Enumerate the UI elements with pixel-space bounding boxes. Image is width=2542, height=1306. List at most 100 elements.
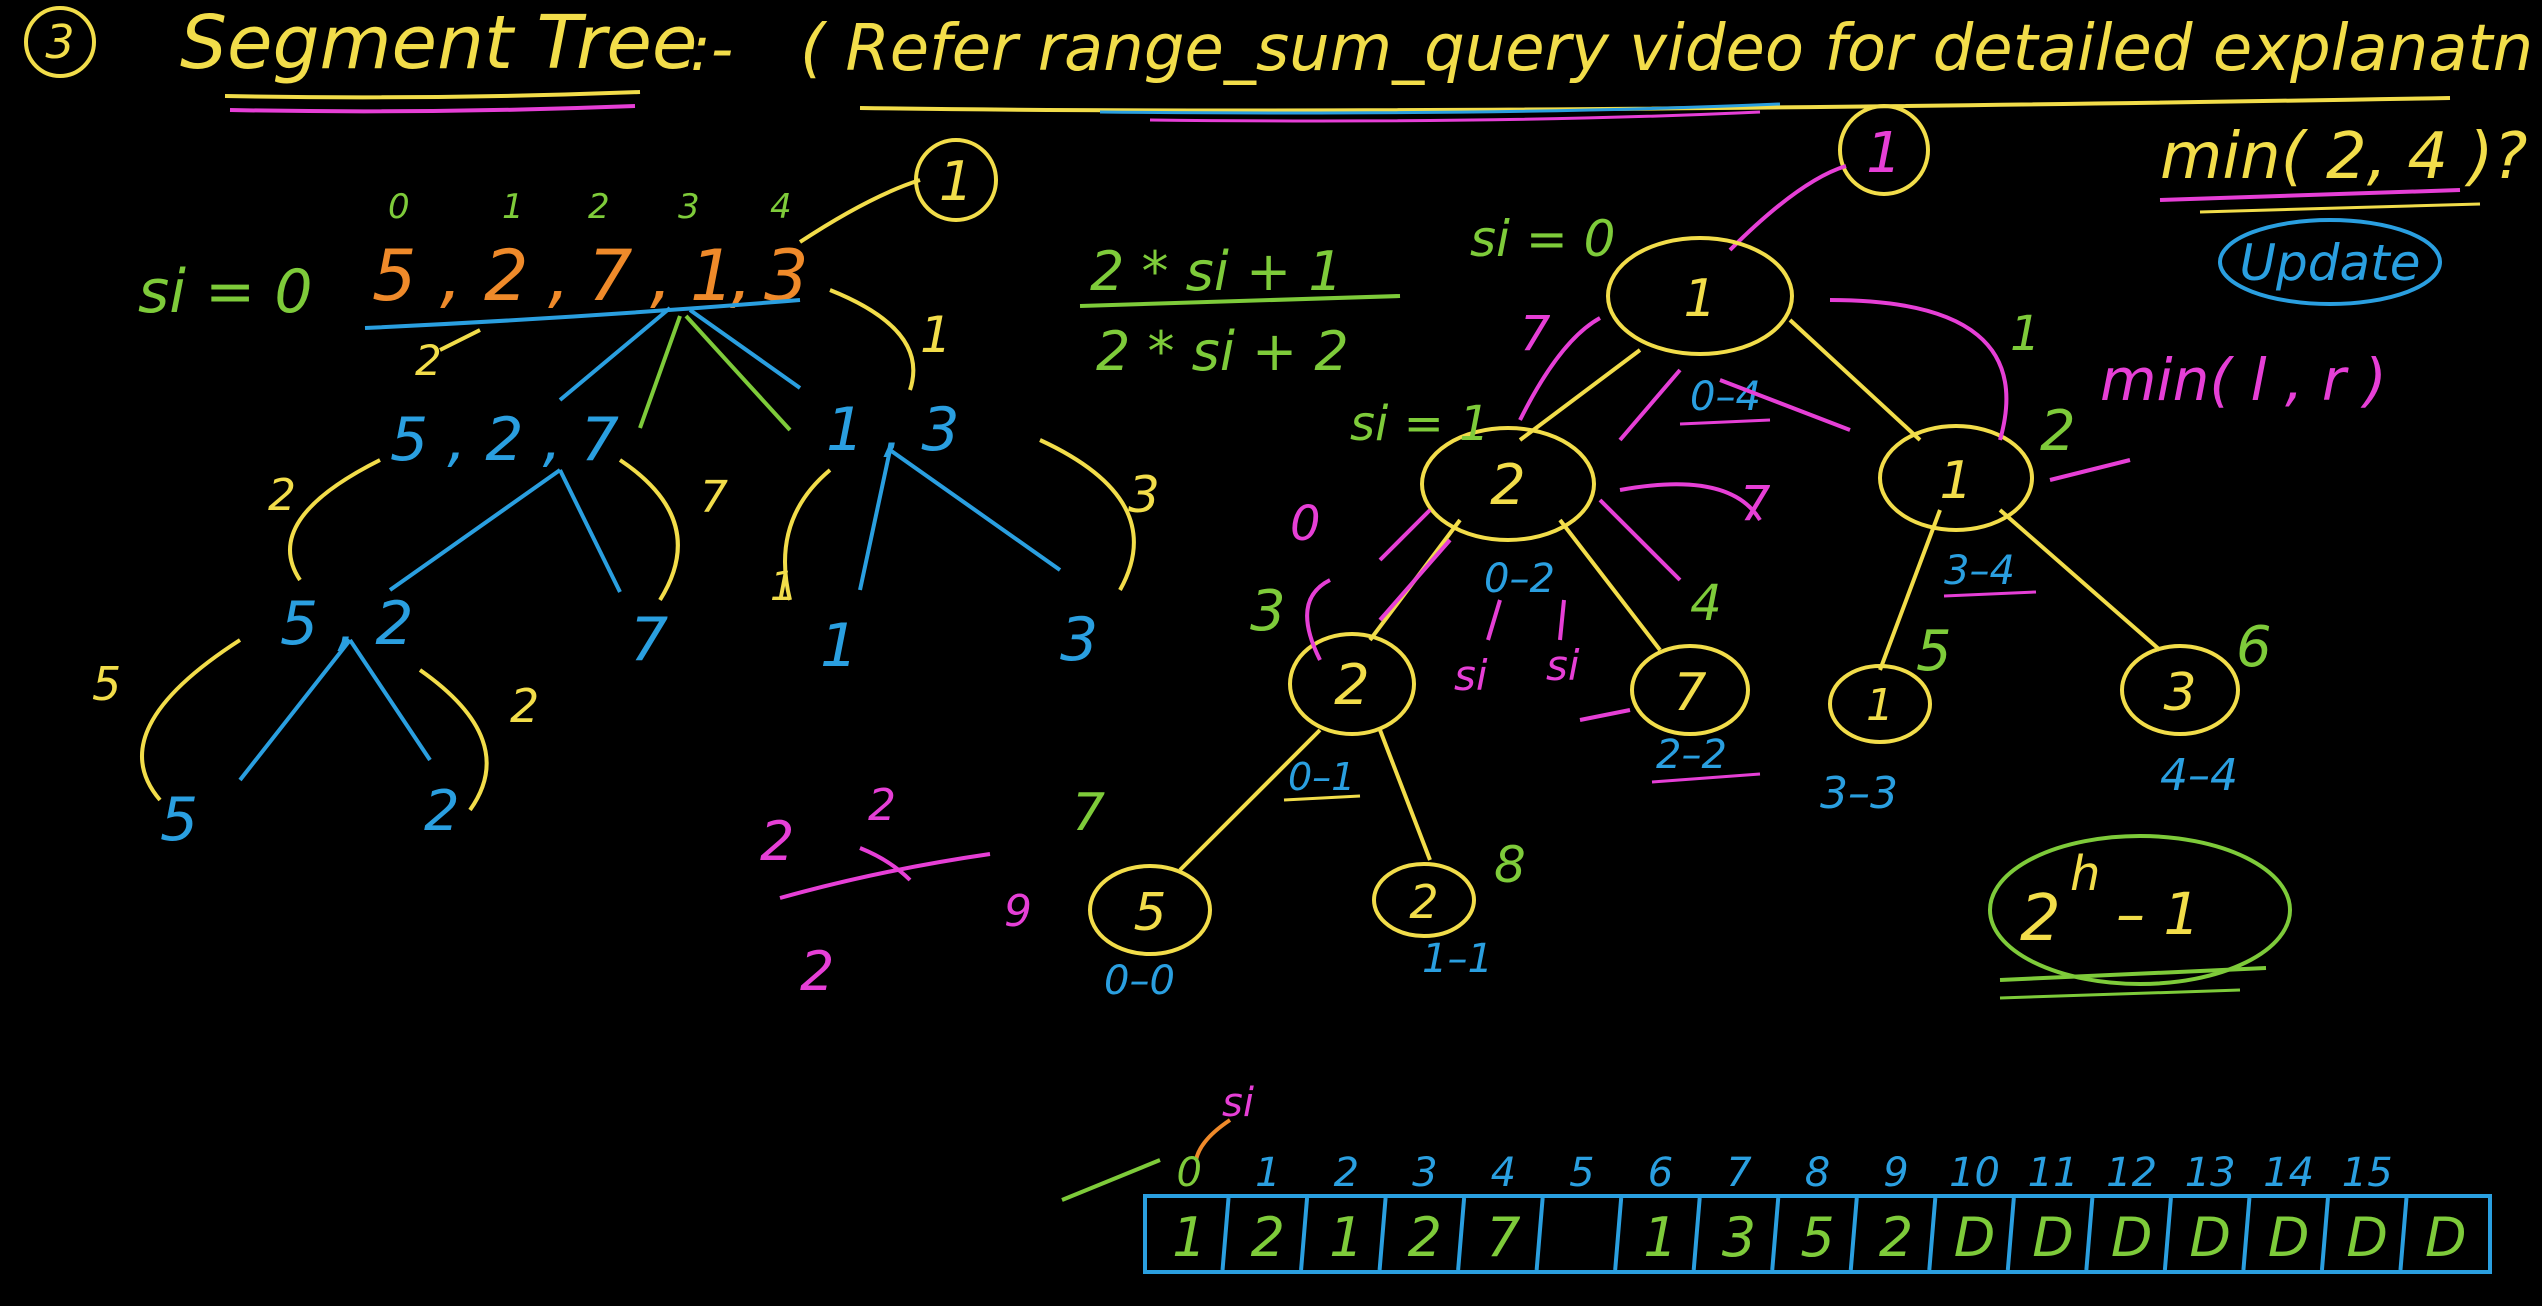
node-index: 7 [1072, 783, 1105, 843]
split-arrow [888, 448, 1062, 572]
node-index: 2 [2040, 399, 2076, 464]
split-arrow [858, 449, 892, 591]
pink-calc: 2 [800, 940, 834, 1003]
tree-edge [1378, 729, 1432, 861]
recursion-tree: 5 , 2 , 7 1 , 3 5 , 2 7 1 3 5 2 2 7 1 3 … [92, 306, 1160, 855]
tree-edge [1558, 518, 1662, 652]
storage-cell-value: 1 [1329, 1206, 1363, 1269]
storage-cell-value: D [1954, 1206, 1996, 1269]
storage-divider [2162, 1197, 2173, 1271]
node-range: 2–2 [1656, 732, 1727, 778]
pink-arrow [1618, 368, 1682, 442]
storage-index: 10 [1949, 1150, 2000, 1196]
pink-arrow [1598, 498, 1682, 582]
pink-arrow [1378, 508, 1432, 562]
pink-arrow [1558, 599, 1566, 641]
nodes-formula-underline [1999, 966, 2267, 982]
header: 3 Segment Tree :- ( Refer range_sum_quer… [24, 0, 2542, 123]
nodes-formula-exp: h [2070, 846, 2100, 902]
array-value: 3 [764, 235, 809, 317]
storage-index: 1 [1255, 1150, 1280, 1196]
node-range: 3–3 [1820, 768, 1898, 819]
return-value: 5 [92, 657, 121, 711]
storage-index: 4 [1491, 1150, 1516, 1196]
node-range: 0–1 [1288, 755, 1355, 799]
storage-divider [1770, 1197, 1781, 1271]
return-arrow [140, 638, 242, 802]
storage-divider [2319, 1197, 2330, 1271]
pink-arrow [1619, 482, 1762, 522]
node-range: 0–2 [1484, 556, 1555, 602]
si-label-left: si = 1 [1350, 396, 1490, 452]
node-value: 2 [1334, 653, 1370, 718]
return-value: 1 [770, 564, 795, 610]
storage-cell-value: 1 [1172, 1206, 1206, 1269]
array-comma: , [548, 235, 570, 317]
node-value: 7 [1673, 663, 1706, 723]
header-number: 3 [45, 15, 74, 69]
array-value: 2 [484, 235, 529, 317]
split-arrow [388, 468, 562, 592]
return-value: 3 [1128, 466, 1160, 524]
node-range: 0–0 [1104, 958, 1175, 1004]
level3-left: 5 [160, 785, 198, 855]
min-query: min( 2, 4 )? [2160, 120, 2527, 194]
si-mark: si [1454, 651, 1488, 700]
title-underline-yellow [224, 90, 641, 100]
storage-index: 12 [2106, 1150, 2157, 1196]
return-value: 1 [920, 306, 952, 364]
storage-divider [1299, 1197, 1310, 1271]
pink-calc: 2 [868, 780, 896, 831]
return-value: 2 [415, 336, 442, 385]
split-arrow [238, 638, 352, 782]
storage-si-label: si [1222, 1080, 1254, 1126]
storage-divider [1220, 1197, 1231, 1271]
level2-mid: 7 [630, 605, 668, 675]
pink-arrow [1829, 298, 2009, 441]
storage-index: 3 [1412, 1150, 1437, 1196]
return-arrow [618, 458, 680, 602]
storage-divider [1927, 1197, 1938, 1271]
level1-right: 1 , 3 [826, 395, 960, 465]
min-query-underline [2199, 202, 2481, 214]
storage-cell-value: 5 [1800, 1206, 1834, 1269]
storage-cell-value: 2 [1408, 1206, 1442, 1269]
node-index: 3 [1250, 579, 1286, 644]
level1-left: 5 , 2 , 7 [390, 405, 619, 475]
tree-result-arrow [1728, 164, 1847, 252]
storage-cell-value: D [2111, 1206, 2153, 1269]
storage-index: 9 [1883, 1150, 1908, 1196]
storage-cell-value: 7 [1486, 1206, 1520, 1269]
node-index: 0 [1290, 496, 1321, 552]
storage-array: si 0 1 2 3 4 5 6 7 8 9 10 11 12 13 14 15 121271352DDDDD… [1061, 1080, 2492, 1274]
storage-index: 5 [1569, 1150, 1594, 1196]
node-value: 1 [1683, 269, 1716, 329]
return-value: 7 [700, 472, 728, 523]
storage-divider [1613, 1197, 1624, 1271]
side-notes: min( 2, 4 )? Update min( l , r ) 2 h – 1… [760, 120, 2527, 1003]
storage-index: 13 [2185, 1150, 2236, 1196]
storage-cell-value: D [2189, 1206, 2231, 1269]
tree-edge [1788, 318, 1922, 442]
array-value: 5 [372, 235, 417, 317]
return-arrow [439, 328, 481, 352]
split-arrow-green-2 [684, 314, 792, 432]
node-range: 3–4 [1944, 548, 2015, 594]
nodes-formula-base: 2 [2020, 882, 2061, 956]
result-arrow [798, 178, 921, 244]
storage-cell-value: D [2425, 1206, 2467, 1269]
storage-cell-value: 2 [1879, 1206, 1913, 1269]
edge-value: 7 [1740, 476, 1771, 532]
split-arrow [558, 469, 622, 593]
storage-cells: 121271352DDDDDDD [1172, 1197, 2467, 1271]
node-value: 1 [1866, 680, 1894, 731]
node-range: 1–1 [1422, 936, 1493, 982]
header-separator: :- [690, 12, 733, 85]
header-note: ( Refer range_sum_query video for detail… [800, 12, 2542, 86]
whiteboard-canvas: 3 Segment Tree :- ( Refer range_sum_quer… [24, 0, 2542, 1274]
nodes-formula-rest: – 1 [2116, 880, 2200, 948]
tree-edge [1998, 508, 2162, 652]
level2-left: 5 , 2 [280, 589, 414, 659]
storage-index: 2 [1334, 1150, 1359, 1196]
array-comma: , [650, 235, 672, 317]
